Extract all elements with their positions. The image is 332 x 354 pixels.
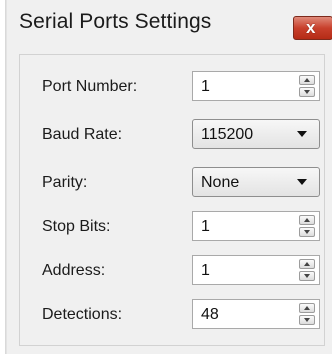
arrow-down-icon	[304, 90, 310, 94]
address-spinbox[interactable]: 1	[192, 255, 320, 285]
stop-bits-label: Stop Bits:	[42, 218, 111, 235]
port-number-spinner	[299, 75, 315, 97]
address-spinner	[299, 259, 315, 281]
detections-spinner	[299, 303, 315, 325]
spin-up-button[interactable]	[299, 303, 315, 313]
parity-label: Parity:	[42, 174, 88, 191]
window-title: Serial Ports Settings	[19, 10, 212, 33]
parity-value: None	[201, 174, 240, 191]
arrow-up-icon	[304, 218, 310, 222]
spin-down-button[interactable]	[299, 315, 315, 325]
port-number-row: Port Number: 1	[20, 71, 326, 105]
port-number-spinbox[interactable]: 1	[192, 71, 320, 101]
close-button[interactable]: x	[293, 16, 332, 40]
detections-spinbox[interactable]: 48	[192, 299, 320, 329]
spin-down-button[interactable]	[299, 87, 315, 97]
port-number-label: Port Number:	[42, 78, 138, 95]
parity-dropdown[interactable]: None	[192, 167, 320, 197]
chevron-down-icon	[297, 179, 307, 185]
detections-row: Detections: 48	[20, 299, 326, 333]
spin-up-button[interactable]	[299, 259, 315, 269]
parity-row: Parity: None	[20, 167, 326, 201]
baud-rate-dropdown[interactable]: 115200	[192, 119, 320, 149]
arrow-down-icon	[304, 318, 310, 322]
stop-bits-spinbox[interactable]: 1	[192, 211, 320, 241]
address-value[interactable]: 1	[201, 262, 210, 280]
spin-down-button[interactable]	[299, 271, 315, 281]
address-row: Address: 1	[20, 255, 326, 289]
settings-panel: Port Number: 1 Baud Rate: 115200 Parity:…	[19, 54, 325, 346]
arrow-up-icon	[304, 306, 310, 310]
arrow-down-icon	[304, 274, 310, 278]
arrow-down-icon	[304, 230, 310, 234]
spin-up-button[interactable]	[299, 215, 315, 225]
serial-ports-settings-dialog: Serial Ports Settings x Port Number: 1 B…	[6, 0, 332, 354]
address-label: Address:	[42, 262, 106, 279]
baud-rate-row: Baud Rate: 115200	[20, 119, 326, 153]
detections-label: Detections:	[42, 306, 123, 323]
title-bar[interactable]: Serial Ports Settings x	[7, 0, 332, 46]
chevron-down-icon	[297, 131, 307, 137]
arrow-up-icon	[304, 78, 310, 82]
detections-value[interactable]: 48	[201, 306, 219, 324]
spin-down-button[interactable]	[299, 227, 315, 237]
arrow-up-icon	[304, 262, 310, 266]
spin-up-button[interactable]	[299, 75, 315, 85]
stop-bits-spinner	[299, 215, 315, 237]
close-icon: x	[306, 18, 316, 37]
baud-rate-value: 115200	[201, 126, 254, 143]
port-number-value[interactable]: 1	[201, 78, 210, 96]
stop-bits-value[interactable]: 1	[201, 218, 210, 236]
baud-rate-label: Baud Rate:	[42, 126, 123, 143]
stop-bits-row: Stop Bits: 1	[20, 211, 326, 245]
